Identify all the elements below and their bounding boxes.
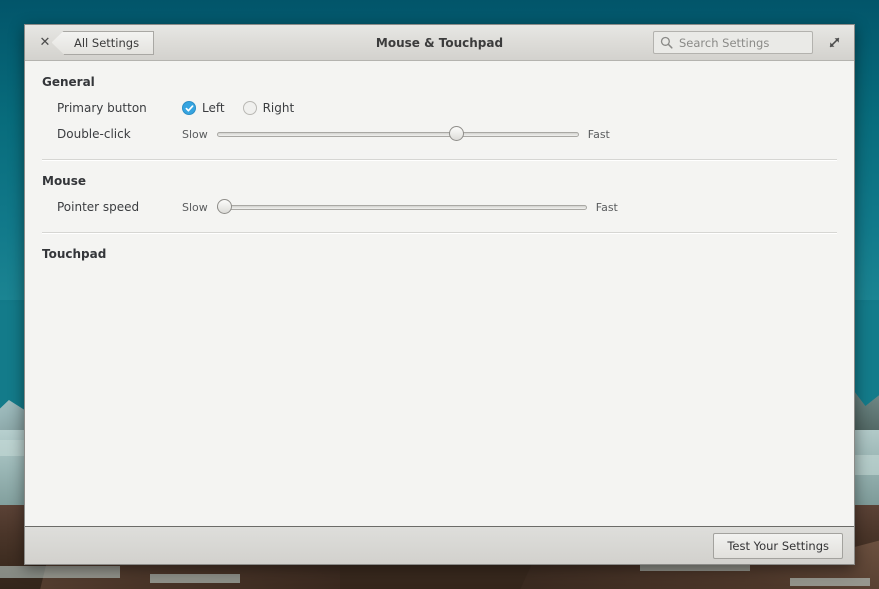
pointer-speed-max-label: Fast — [595, 200, 618, 214]
double-click-label: Double-click — [57, 127, 131, 141]
test-your-settings-label: Test Your Settings — [727, 538, 829, 553]
primary-button-radio-group: Left Right — [182, 101, 312, 115]
all-settings-back-button[interactable]: All Settings — [64, 30, 155, 55]
radio-primary-left-label: Left — [202, 101, 225, 115]
slider-track — [216, 132, 579, 137]
double-click-max-label: Fast — [587, 127, 610, 141]
wallpaper-snow-patch — [150, 574, 240, 583]
row-double-click: Double-click Slow Fast — [25, 121, 854, 147]
slider-track — [216, 205, 587, 210]
pointer-speed-slider[interactable] — [216, 199, 587, 215]
double-click-min-label: Slow — [182, 127, 208, 141]
titlebar: ✕ All Settings Mouse & Touchpad Search S… — [25, 25, 854, 61]
search-icon — [660, 36, 673, 49]
radio-primary-left[interactable]: Left — [182, 101, 225, 115]
double-click-control: Slow Fast — [182, 126, 854, 142]
section-title-mouse: Mouse — [42, 174, 87, 188]
primary-button-label: Primary button — [57, 101, 147, 115]
pointer-speed-slider-wrap: Slow Fast — [182, 199, 618, 215]
check-icon — [185, 104, 193, 112]
slider-thumb[interactable] — [216, 199, 232, 214]
radio-primary-right[interactable]: Right — [242, 101, 295, 115]
radio-selected-icon — [182, 101, 196, 115]
double-click-slider[interactable] — [216, 126, 579, 142]
section-divider — [42, 232, 837, 234]
double-click-slider-wrap: Slow Fast — [182, 126, 610, 142]
settings-content: General Primary button Left Right Double… — [25, 61, 854, 526]
section-divider — [42, 159, 837, 161]
slider-thumb[interactable] — [449, 126, 465, 141]
settings-window: ✕ All Settings Mouse & Touchpad Search S… — [24, 24, 855, 565]
radio-unselected-icon — [242, 101, 257, 115]
primary-button-control: Left Right — [182, 101, 854, 115]
all-settings-label: All Settings — [74, 35, 140, 50]
row-primary-button: Primary button Left Right — [25, 95, 854, 121]
maximize-button[interactable] — [821, 31, 847, 55]
radio-primary-right-label: Right — [262, 101, 295, 115]
wallpaper-snow-patch — [790, 578, 870, 586]
row-pointer-speed: Pointer speed Slow Fast — [25, 194, 854, 220]
window-footer: Test Your Settings — [25, 526, 854, 564]
maximize-icon — [829, 37, 839, 48]
test-your-settings-button[interactable]: Test Your Settings — [713, 532, 843, 559]
pointer-speed-control: Slow Fast — [182, 199, 854, 215]
pointer-speed-label: Pointer speed — [57, 200, 140, 214]
section-title-general: General — [42, 75, 95, 89]
titlebar-right-group: Search Settings — [653, 31, 854, 55]
pointer-speed-min-label: Slow — [182, 200, 208, 214]
search-placeholder: Search Settings — [679, 35, 770, 50]
wallpaper-snow-patch — [0, 566, 120, 578]
search-input[interactable]: Search Settings — [653, 31, 813, 54]
close-icon: ✕ — [39, 35, 51, 50]
section-title-touchpad: Touchpad — [42, 247, 107, 261]
